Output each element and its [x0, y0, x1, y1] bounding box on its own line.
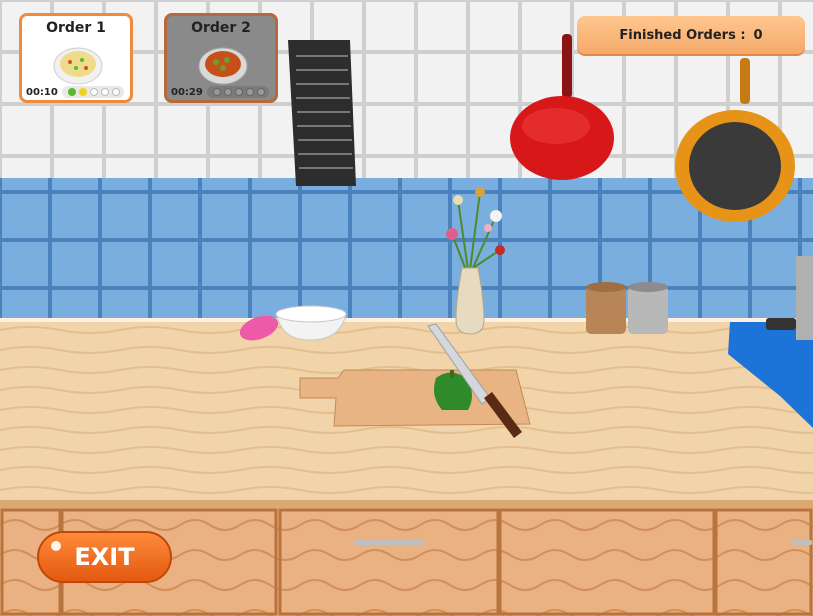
progress-dot: [90, 88, 98, 96]
progress-dot: [79, 88, 87, 96]
order-timer: 00:29: [171, 87, 203, 98]
spice-jar[interactable]: [586, 282, 626, 334]
progress-dot: [213, 88, 221, 96]
order-title: Order 1: [46, 20, 106, 36]
shine-icon: [51, 541, 61, 551]
progress-dot: [101, 88, 109, 96]
progress-dot: [68, 88, 76, 96]
finished-orders-count: 0: [753, 27, 763, 43]
progress-dot: [235, 88, 243, 96]
steel-jar[interactable]: [628, 282, 668, 334]
dish-rack: [288, 40, 356, 186]
progress-dot: [112, 88, 120, 96]
order-card-1[interactable]: Order 1 00:10: [19, 13, 133, 103]
finished-orders-panel: Finished Orders : 0: [577, 16, 805, 54]
cooking-pot[interactable]: [796, 256, 813, 340]
fried-rice-bowl-icon: [53, 47, 103, 85]
order-card-2[interactable]: Order 2 00:29: [164, 13, 278, 103]
exit-label: EXIT: [74, 543, 135, 571]
progress-dot: [224, 88, 232, 96]
progress-dot: [257, 88, 265, 96]
order-progress: [207, 86, 269, 98]
order-timer: 00:10: [26, 87, 58, 98]
order-title: Order 2: [191, 20, 251, 36]
progress-dot: [246, 88, 254, 96]
order-progress: [62, 86, 124, 98]
curry-bowl-icon: [198, 47, 248, 85]
exit-button[interactable]: EXIT: [37, 531, 172, 583]
finished-orders-label: Finished Orders :: [619, 27, 746, 43]
